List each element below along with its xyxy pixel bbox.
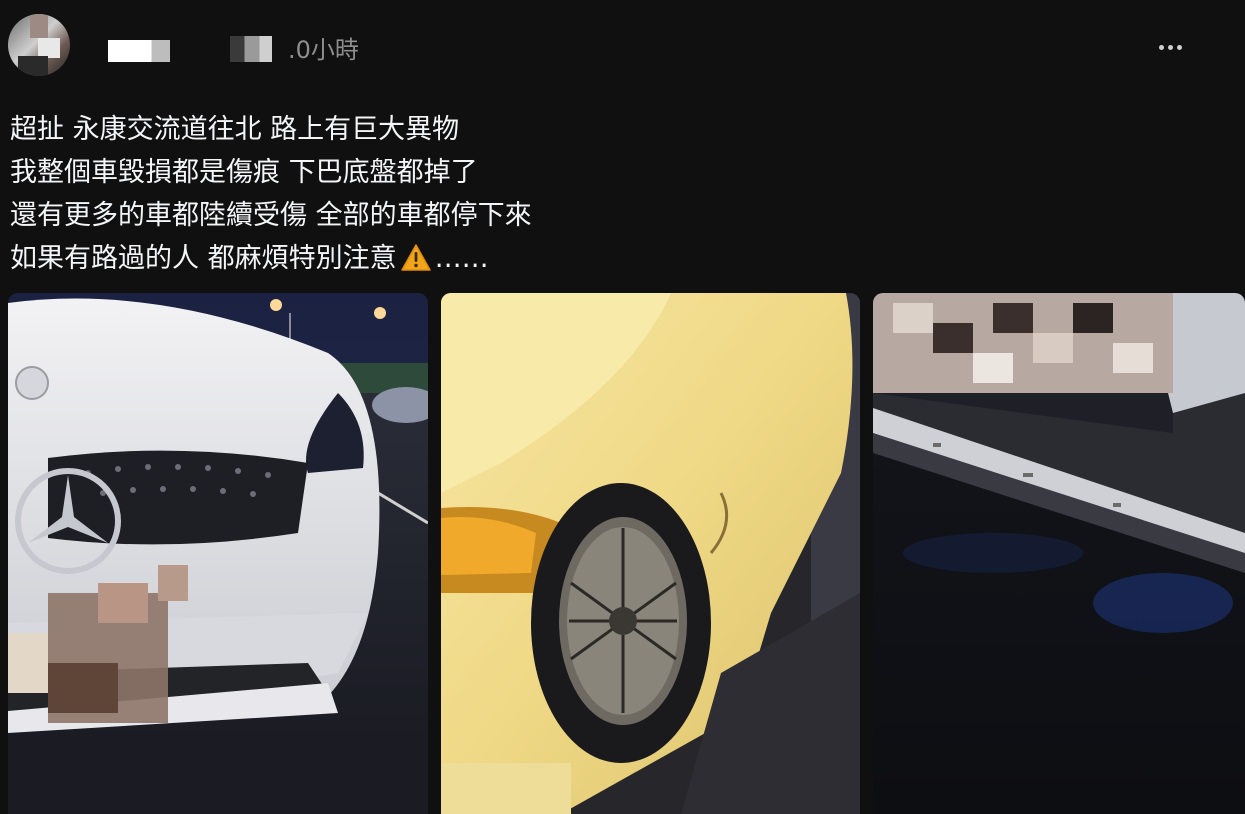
post-line-3: 還有更多的車都陸續受傷 全部的車都停下來 xyxy=(10,200,532,231)
post-line-2: 我整個車毀損都是傷痕 下巴底盤都掉了 xyxy=(10,157,478,188)
post-line-4-text: 如果有路過的人 都麻煩特別注意 xyxy=(10,243,397,274)
post-line-1: 超扯 永康交流道往北 路上有巨大異物 xyxy=(10,114,460,145)
post-line-4: 如果有路過的人 都麻煩特別注意 …… xyxy=(10,237,910,280)
photo-front-damage[interactable] xyxy=(8,293,428,814)
more-horizontal-icon xyxy=(1157,44,1184,50)
image-front-damage xyxy=(8,293,428,814)
handle-blurred xyxy=(230,36,272,62)
username-blurred[interactable] xyxy=(108,40,170,62)
post-ellipsis: …… xyxy=(434,243,489,274)
avatar[interactable] xyxy=(8,14,70,76)
warning-icon xyxy=(400,241,431,284)
more-options-button[interactable] xyxy=(1150,30,1190,64)
image-underbody-damage xyxy=(873,293,1245,814)
photo-side-damage[interactable] xyxy=(441,293,860,814)
post-header: .0小時 xyxy=(0,0,1245,96)
post-text: 超扯 永康交流道往北 路上有巨大異物 我整個車毀損都是傷痕 下巴底盤都掉了 還有… xyxy=(10,108,910,280)
photo-underbody-damage[interactable] xyxy=(873,293,1245,814)
image-side-damage xyxy=(441,293,860,814)
post-timestamp[interactable]: .0小時 xyxy=(288,30,359,65)
